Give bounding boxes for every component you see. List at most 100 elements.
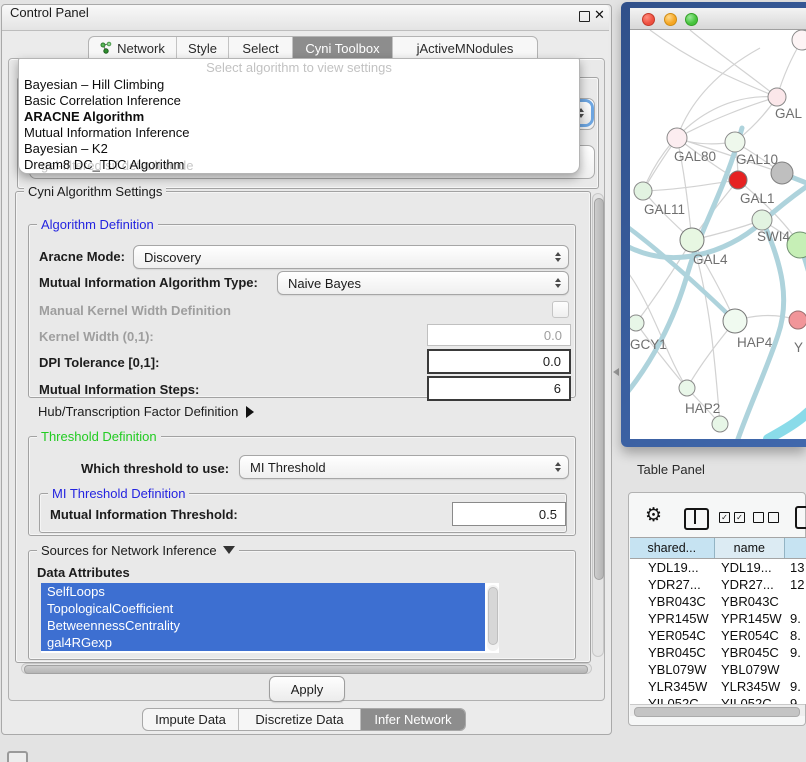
menu-item-highlighted[interactable]: ARACNE Algorithm [19, 109, 579, 125]
mi-type-value: Naive Bayes [288, 276, 361, 291]
close-traffic-light[interactable] [642, 13, 655, 26]
tab-select[interactable]: Select [229, 37, 293, 60]
data-attributes-list[interactable]: SelfLoops TopologicalCoefficient Between… [41, 583, 499, 653]
combo-stepper-icon [555, 278, 561, 288]
table-panel-title: Table Panel [637, 462, 705, 477]
algorithm-dropdown-popup: Select algorithm to view settings gal-fi… [18, 58, 580, 174]
column-header-shared-name[interactable]: shared... [630, 538, 715, 558]
settings-vertical-scrollbar[interactable] [592, 193, 604, 657]
mi-type-combo[interactable]: Naive Bayes [277, 271, 569, 295]
table-function-icon[interactable] [795, 506, 806, 529]
table-row[interactable]: YBL079WYBL079W [630, 661, 806, 678]
settings-horizontal-scrollbar-thumb[interactable] [24, 665, 588, 674]
tab-discretize-data[interactable]: Discretize Data [239, 709, 361, 730]
node-gal1-red[interactable] [729, 171, 747, 189]
table-horizontal-scrollbar[interactable] [630, 704, 805, 716]
tab-cyni-toolbox[interactable]: Cyni Toolbox [293, 37, 393, 60]
list-item[interactable]: BetweennessCentrality [41, 617, 485, 634]
tab-impute-data[interactable]: Impute Data [143, 709, 239, 730]
dpi-tolerance-label: DPI Tolerance [0,1]: [39, 355, 159, 371]
minimize-traffic-light[interactable] [664, 13, 677, 26]
table-row[interactable]: YDR27...YDR27...12 [630, 576, 806, 593]
sources-title[interactable]: Sources for Network Inference [37, 543, 239, 558]
apply-button-label: Apply [291, 682, 324, 697]
zoom-traffic-light[interactable] [685, 13, 698, 26]
node[interactable] [712, 416, 728, 432]
tab-discretize-data-label: Discretize Data [255, 712, 343, 727]
node-gal80[interactable] [667, 128, 687, 148]
mi-steps-field[interactable]: 6 [427, 376, 571, 401]
column-header-name[interactable]: name [715, 538, 786, 558]
dpi-tolerance-value: 0.0 [543, 354, 561, 369]
node-gal10[interactable] [725, 132, 745, 152]
kernel-width-field[interactable]: 0.0 [427, 324, 571, 346]
close-icon[interactable]: ✕ [594, 7, 605, 23]
column-header-partial[interactable] [785, 538, 806, 558]
node[interactable] [768, 88, 786, 106]
network-window-titlebar[interactable] [630, 8, 806, 30]
node-gcy1[interactable] [630, 315, 644, 331]
mi-threshold-definition-group: MI Threshold Definition Mutual Informati… [39, 493, 567, 533]
combo-stepper-icon [555, 252, 561, 262]
tab-style[interactable]: Style [177, 37, 229, 60]
node-label: SWI4 [757, 229, 790, 244]
aracne-mode-combo[interactable]: Discovery [133, 245, 569, 269]
bottom-tab-bar: Impute Data Discretize Data Infer Networ… [142, 708, 466, 731]
panel-splitter-handle[interactable] [613, 368, 619, 376]
tab-jactivemnodules[interactable]: jActiveMNodules [393, 37, 537, 60]
table-row[interactable]: YDL19...YDL19...13 [630, 559, 806, 576]
node-label: GAL80 [674, 149, 716, 164]
mi-threshold-field[interactable]: 0.5 [452, 502, 566, 526]
node-gal4[interactable] [680, 228, 704, 252]
node-gal11[interactable] [634, 182, 652, 200]
settings-horizontal-scrollbar[interactable] [21, 663, 592, 674]
float-window-icon[interactable] [579, 11, 590, 22]
select-all-columns-icon[interactable]: ✓✓ [719, 512, 745, 523]
tab-infer-network[interactable]: Infer Network [361, 709, 465, 730]
menu-item[interactable]: Bayesian – Hill Climbing [19, 77, 579, 93]
table-row[interactable]: YPR145WYPR145W9. [630, 610, 806, 627]
node-label: GAL10 [736, 152, 778, 167]
node[interactable] [792, 30, 806, 50]
apply-button[interactable]: Apply [269, 676, 345, 702]
list-item[interactable]: TopologicalCoefficient [41, 600, 485, 617]
node-hap4[interactable] [723, 309, 747, 333]
menu-item[interactable]: Bayesian – K2 [19, 141, 579, 157]
list-scrollbar-thumb[interactable] [488, 587, 498, 645]
hub-definition-toggle[interactable]: Hub/Transcription Factor Definition [38, 404, 254, 420]
deselect-all-columns-icon[interactable] [753, 512, 779, 523]
settings-vertical-scrollbar-thumb[interactable] [594, 198, 604, 580]
which-threshold-combo[interactable]: MI Threshold [239, 455, 569, 479]
network-canvas[interactable]: GAL GAL80 GAL10 GAL1 GAL11 GAL4 SWI4 GCY… [630, 30, 806, 439]
docked-panel-icon[interactable] [7, 751, 28, 762]
control-panel-titlebar [2, 5, 609, 31]
mi-type-label: Mutual Information Algorithm Type: [39, 275, 258, 291]
table-row[interactable]: YBR045CYBR045C9. [630, 644, 806, 661]
list-scrollbar[interactable] [487, 585, 499, 651]
node-label: GAL11 [644, 202, 685, 217]
menu-item[interactable]: Dream8 DC_TDC Algorithm [19, 157, 579, 173]
menu-item[interactable]: Mutual Information Inference [19, 125, 579, 141]
gear-icon[interactable]: ⚙ [645, 504, 662, 527]
table-row[interactable]: YBR043CYBR043C [630, 593, 806, 610]
node-label: GAL1 [740, 191, 775, 206]
kernel-width-label: Kernel Width (0,1): [39, 329, 154, 345]
mi-threshold-definition-title: MI Threshold Definition [48, 486, 189, 501]
dpi-tolerance-field[interactable]: 0.0 [427, 349, 571, 374]
node-salmon[interactable] [789, 311, 806, 329]
list-item[interactable]: SelfLoops [41, 583, 485, 600]
menu-item[interactable]: Basic Correlation Inference [19, 93, 579, 109]
node-hap2[interactable] [679, 380, 695, 396]
sources-title-label: Sources for Network Inference [41, 543, 217, 558]
columns-icon[interactable] [684, 508, 709, 530]
list-item[interactable]: gal4RGexp [41, 634, 485, 651]
tab-network[interactable]: Network [89, 37, 177, 60]
node-swi4[interactable] [752, 210, 772, 230]
aracne-mode-value: Discovery [144, 250, 201, 265]
manual-kernel-checkbox[interactable] [552, 301, 569, 318]
table-row[interactable]: YER054CYER054C8. [630, 627, 806, 644]
table-horizontal-scrollbar-thumb[interactable] [634, 707, 800, 717]
table-body[interactable]: YDL19...YDL19...13 YDR27...YDR27...12 YB… [630, 559, 806, 704]
table-row[interactable]: YLR345WYLR345W9. [630, 678, 806, 695]
table-row[interactable]: YIL052CYIL052C9 [630, 695, 806, 704]
